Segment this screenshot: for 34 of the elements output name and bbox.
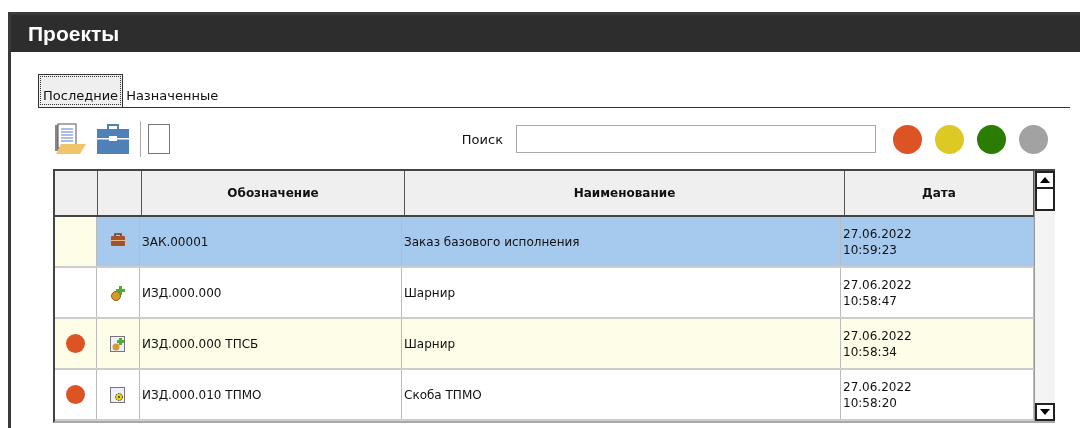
scroll-down-button[interactable]	[1035, 403, 1055, 421]
table-cell[interactable]: 27.06.2022 10:58:34	[843, 327, 912, 360]
table-cell[interactable]: Заказ базового исполнения	[404, 234, 580, 249]
status-filter-dot[interactable]	[977, 124, 1006, 154]
table-cell[interactable]: ИЗД.000.000	[142, 285, 222, 300]
briefcase-icon[interactable]	[96, 123, 130, 155]
window-title: Проекты	[28, 21, 120, 46]
search-label: Поиск	[461, 131, 503, 147]
tab[interactable]: Последние	[38, 74, 124, 107]
table-cell[interactable]: ЗАК.00001	[142, 234, 209, 249]
search-field[interactable]	[516, 125, 876, 153]
scroll-up-button[interactable]	[1035, 171, 1055, 189]
status-filter-dot[interactable]	[1019, 124, 1048, 154]
status-filter-dot[interactable]	[893, 124, 922, 154]
column-header[interactable]: Наименование	[405, 171, 845, 215]
table-cell[interactable]: ИЗД.000.000 ТПСБ	[142, 336, 259, 351]
table-cell[interactable]: Шарнир	[404, 285, 456, 300]
scroll-thumb[interactable]	[1035, 189, 1055, 211]
document-gear-icon	[109, 334, 127, 353]
table-cell[interactable]: 27.06.2022 10:58:20	[843, 378, 912, 411]
up-triangle-icon	[1039, 176, 1051, 184]
scrollbar[interactable]	[1034, 171, 1055, 421]
table-cell[interactable]: 27.06.2022 10:58:47	[843, 276, 912, 309]
tab[interactable]: Назначенные	[123, 84, 222, 107]
down-triangle-icon	[1039, 408, 1051, 416]
blank-page-icon[interactable]	[147, 123, 171, 155]
gear-plus-icon	[109, 283, 127, 302]
table-cell[interactable]: ИЗД.000.010 ТПМО	[142, 387, 262, 402]
document-folder-icon[interactable]	[52, 123, 86, 155]
table-cell[interactable]: Скоба ТПМО	[404, 387, 482, 402]
document-gear-icon	[109, 385, 127, 404]
status-filter-dot[interactable]	[935, 124, 964, 154]
column-header[interactable]: Обозначение	[142, 171, 405, 215]
table-cell[interactable]: Шарнир	[404, 336, 456, 351]
